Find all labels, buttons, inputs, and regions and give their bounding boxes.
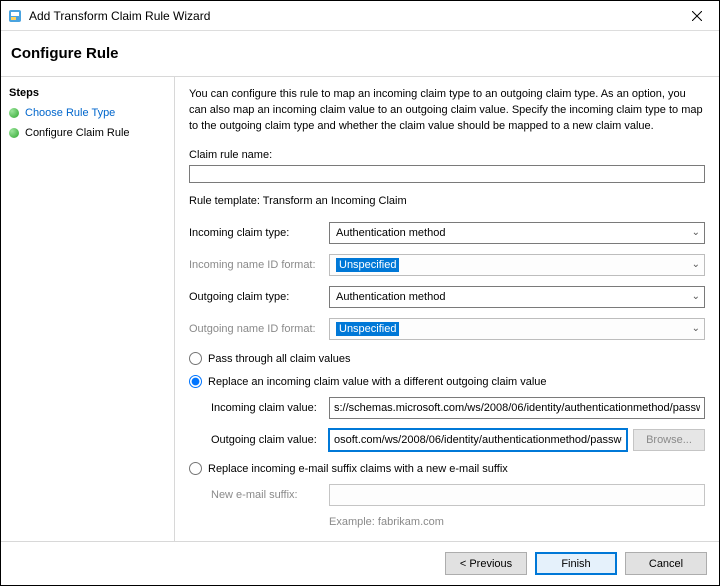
- incoming-claim-type-combo[interactable]: Authentication method ⌄: [329, 222, 705, 244]
- outgoing-nameid-format-combo: Unspecified ⌄: [329, 318, 705, 340]
- step-configure-claim-rule: Configure Claim Rule: [9, 127, 166, 139]
- incoming-claim-value-label: Incoming claim value:: [211, 402, 329, 414]
- outgoing-nameid-format-label: Outgoing name ID format:: [189, 323, 329, 335]
- option-replace-value[interactable]: Replace an incoming claim value with a d…: [189, 375, 705, 388]
- option-label: Replace incoming e-mail suffix claims wi…: [208, 463, 508, 475]
- footer: < Previous Finish Cancel: [1, 541, 719, 585]
- app-icon: [7, 8, 23, 24]
- option-replace-email-suffix[interactable]: Replace incoming e-mail suffix claims wi…: [189, 462, 705, 475]
- incoming-nameid-format-label: Incoming name ID format:: [189, 259, 329, 271]
- chevron-down-icon: ⌄: [692, 227, 700, 238]
- radio-replace-value[interactable]: [189, 375, 202, 388]
- combo-selected: Unspecified: [336, 322, 399, 336]
- finish-button[interactable]: Finish: [535, 552, 617, 575]
- wizard-window: Add Transform Claim Rule Wizard Configur…: [0, 0, 720, 586]
- combo-selected: Unspecified: [336, 258, 399, 272]
- description-text: You can configure this rule to map an in…: [189, 87, 705, 135]
- outgoing-claim-type-combo[interactable]: Authentication method ⌄: [329, 286, 705, 308]
- incoming-claim-type-label: Incoming claim type:: [189, 227, 329, 239]
- close-icon: [692, 11, 702, 21]
- page-header: Configure Rule: [1, 31, 719, 77]
- option-label: Pass through all claim values: [208, 353, 350, 365]
- browse-button: Browse...: [633, 429, 705, 451]
- outgoing-claim-value-label: Outgoing claim value:: [211, 434, 329, 446]
- incoming-nameid-format-combo: Unspecified ⌄: [329, 254, 705, 276]
- previous-button[interactable]: < Previous: [445, 552, 527, 575]
- chevron-down-icon: ⌄: [692, 291, 700, 302]
- chevron-down-icon: ⌄: [692, 323, 700, 334]
- claim-rule-name-label: Claim rule name:: [189, 149, 705, 161]
- new-email-suffix-label: New e-mail suffix:: [211, 489, 329, 501]
- titlebar: Add Transform Claim Rule Wizard: [1, 1, 719, 31]
- radio-pass-through[interactable]: [189, 352, 202, 365]
- step-link[interactable]: Choose Rule Type: [25, 107, 115, 119]
- email-suffix-example: Example: fabrikam.com: [329, 516, 444, 528]
- step-current-label: Configure Claim Rule: [25, 127, 130, 139]
- radio-replace-email-suffix[interactable]: [189, 462, 202, 475]
- combo-selected: Authentication method: [336, 291, 445, 303]
- combo-selected: Authentication method: [336, 227, 445, 239]
- new-email-suffix-input: [329, 484, 705, 506]
- steps-heading: Steps: [9, 87, 166, 99]
- body: Steps Choose Rule Type Configure Claim R…: [1, 77, 719, 541]
- rule-template-line: Rule template: Transform an Incoming Cla…: [189, 195, 705, 207]
- claim-rule-name-input[interactable]: [189, 165, 705, 183]
- main-panel: You can configure this rule to map an in…: [175, 77, 719, 541]
- close-button[interactable]: [675, 1, 719, 31]
- step-choose-rule-type[interactable]: Choose Rule Type: [9, 107, 166, 119]
- chevron-down-icon: ⌄: [692, 259, 700, 270]
- steps-sidebar: Steps Choose Rule Type Configure Claim R…: [1, 77, 175, 541]
- cancel-button[interactable]: Cancel: [625, 552, 707, 575]
- step-bullet-icon: [9, 128, 19, 138]
- outgoing-claim-value-input[interactable]: [329, 429, 627, 451]
- outgoing-claim-type-label: Outgoing claim type:: [189, 291, 329, 303]
- option-pass-through[interactable]: Pass through all claim values: [189, 352, 705, 365]
- incoming-claim-value-input[interactable]: [329, 397, 705, 419]
- window-title: Add Transform Claim Rule Wizard: [29, 9, 675, 23]
- option-label: Replace an incoming claim value with a d…: [208, 376, 547, 388]
- step-bullet-icon: [9, 108, 19, 118]
